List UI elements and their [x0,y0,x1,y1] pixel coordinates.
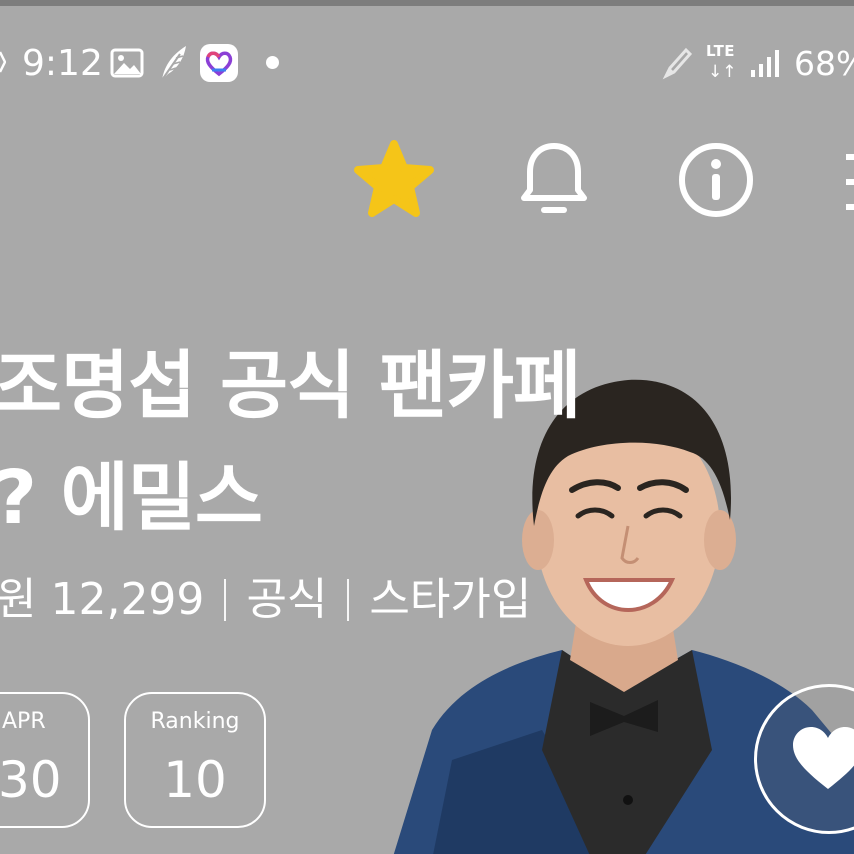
ranking-label: Ranking [150,709,240,734]
info-icon[interactable] [676,140,756,220]
battery-percentage: 68% [794,44,854,83]
official-label: 공식 [246,574,328,625]
lte-label: LTE [706,42,736,60]
meta-divider [224,579,227,621]
pen-icon [662,47,692,80]
meta-divider [347,579,350,621]
join-type-label: 스타가입 [369,574,532,625]
apr-stat-box[interactable]: APR 30 [0,692,90,828]
ranking-value: 10 [163,751,227,809]
lte-arrows: ↓↑ [708,62,737,82]
notification-dot [266,56,279,69]
cafe-title-line1: 조명섭 공식 팬카페 [0,343,581,429]
apr-label: APR [2,709,46,734]
signal-bars-icon [751,50,779,77]
heart-app-icon [200,44,238,82]
bell-icon[interactable] [510,136,598,224]
apr-value: 30 [0,751,62,809]
cafe-home-screen: 9:12 LTE ↓↑ 68 조명섭 공식 팬카페 ? 에밀스 원 12,299… [0,0,854,854]
lte-indicator: LTE ↓↑ [706,42,740,86]
cafe-meta-row: 원 12,299 공식 스타가입 [0,568,531,632]
cafe-title-line2: ? 에밀스 [0,455,263,541]
status-time: 9:12 [22,43,103,84]
member-count: 원 12,299 [0,574,205,625]
menu-icon[interactable] [840,150,854,214]
status-bar: 9:12 LTE ↓↑ 68 [0,38,854,90]
ranking-stat-box[interactable]: Ranking 10 [124,692,266,828]
star-icon[interactable] [352,140,436,220]
top-edge [0,0,854,6]
feather-icon [161,46,186,81]
cafe-title: 조명섭 공식 팬카페 ? 에밀스 [0,330,581,554]
gallery-icon [110,48,144,78]
heart-icon [793,727,854,789]
signal-partial-icon [0,51,6,73]
